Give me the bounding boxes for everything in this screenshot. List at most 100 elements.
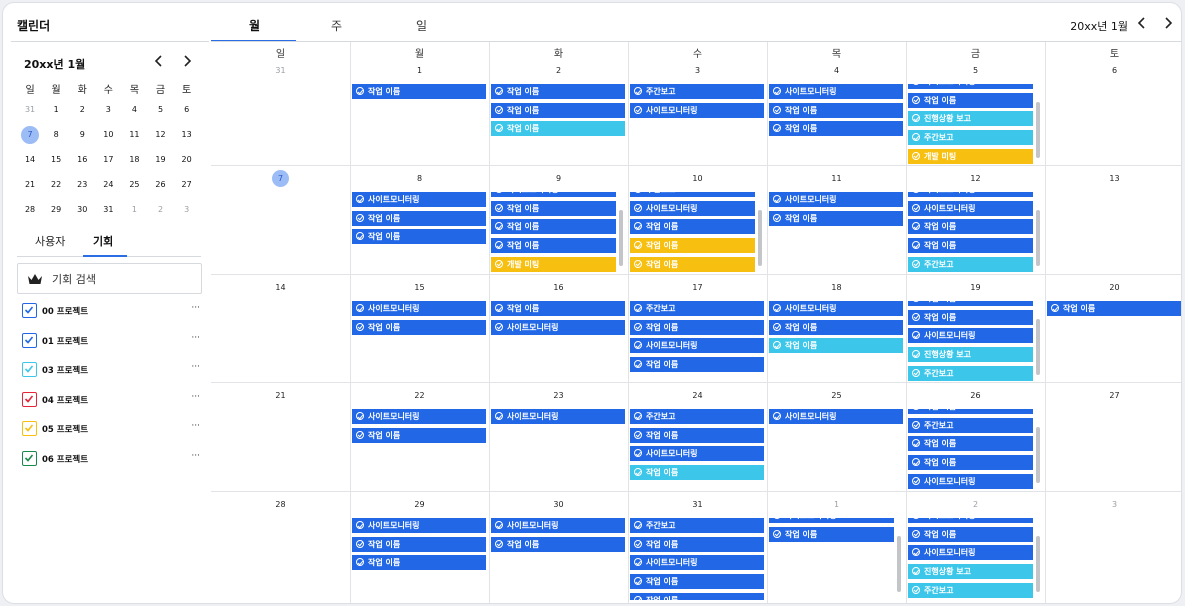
day-number[interactable]: 1 bbox=[767, 500, 906, 509]
event-item[interactable]: 작업 이름 bbox=[630, 427, 764, 443]
mini-day[interactable]: 23 bbox=[69, 180, 95, 189]
event-item[interactable]: 작업 이름 bbox=[491, 301, 625, 316]
day-number[interactable]: 31 bbox=[211, 66, 350, 75]
day-number[interactable]: 29 bbox=[350, 500, 489, 509]
day-number[interactable]: 3 bbox=[628, 66, 767, 75]
event-item[interactable]: 사이트모니터링 bbox=[908, 84, 1033, 89]
day-number[interactable]: 22 bbox=[350, 391, 489, 400]
mini-day[interactable]: 13 bbox=[174, 130, 200, 139]
event-item[interactable]: 사이트모니터링 bbox=[491, 518, 625, 533]
mini-day[interactable]: 30 bbox=[69, 205, 95, 214]
day-number[interactable]: 3 bbox=[1045, 500, 1181, 509]
project-checkbox[interactable] bbox=[22, 391, 37, 407]
day-number[interactable]: 11 bbox=[767, 174, 906, 183]
event-item[interactable]: 개발 미팅 bbox=[491, 256, 616, 272]
mini-day[interactable]: 2 bbox=[147, 205, 173, 214]
event-item[interactable]: 사이트모니터링 bbox=[769, 409, 903, 424]
day-number[interactable]: 20 bbox=[1045, 283, 1181, 292]
event-item[interactable]: 주간보고 bbox=[630, 409, 764, 424]
more-options-icon[interactable]: ··· bbox=[191, 362, 200, 372]
event-item[interactable]: 주간보고 bbox=[908, 256, 1033, 272]
event-item[interactable]: 사이트모니터링 bbox=[352, 301, 486, 316]
event-item[interactable]: 작업 이름 bbox=[491, 536, 625, 552]
mini-day[interactable]: 20 bbox=[174, 155, 200, 164]
more-options-icon[interactable]: ··· bbox=[191, 451, 200, 461]
more-options-icon[interactable]: ··· bbox=[191, 333, 200, 343]
event-item[interactable]: 작업 이름 bbox=[352, 536, 486, 552]
mini-day[interactable]: 11 bbox=[121, 130, 147, 139]
mini-day[interactable]: 1 bbox=[43, 105, 69, 114]
event-item[interactable]: 작업 이름 bbox=[352, 229, 486, 245]
scrollbar-thumb[interactable] bbox=[758, 210, 762, 266]
event-item[interactable]: 작업 이름 bbox=[630, 238, 755, 254]
day-number[interactable]: 23 bbox=[489, 391, 628, 400]
day-number[interactable]: 2 bbox=[906, 500, 1045, 509]
day-number[interactable]: 24 bbox=[628, 391, 767, 400]
day-number[interactable]: 15 bbox=[350, 283, 489, 292]
event-item[interactable]: 작업 이름 bbox=[491, 102, 625, 118]
mini-day[interactable]: 31 bbox=[95, 205, 121, 214]
scrollbar-thumb[interactable] bbox=[1036, 427, 1040, 483]
mini-day[interactable]: 5 bbox=[147, 105, 173, 114]
day-number[interactable]: 25 bbox=[767, 391, 906, 400]
event-item[interactable]: 작업 이름 bbox=[491, 121, 625, 137]
day-number[interactable]: 27 bbox=[1045, 391, 1181, 400]
mini-day[interactable]: 26 bbox=[147, 180, 173, 189]
mini-day[interactable]: 18 bbox=[121, 155, 147, 164]
event-item[interactable]: 사이트모니터링 bbox=[769, 301, 903, 316]
day-number[interactable]: 14 bbox=[211, 283, 350, 292]
day-number[interactable]: 2 bbox=[489, 66, 628, 75]
mini-day[interactable]: 15 bbox=[43, 155, 69, 164]
day-number[interactable]: 16 bbox=[489, 283, 628, 292]
event-item[interactable]: 사이트모니터링 bbox=[352, 409, 486, 424]
event-item[interactable]: 작업 이름 bbox=[769, 526, 894, 542]
more-options-icon[interactable]: ··· bbox=[191, 303, 200, 313]
project-checkbox[interactable] bbox=[22, 450, 37, 466]
event-item[interactable]: 주간보고 bbox=[630, 301, 764, 316]
mini-day[interactable]: 14 bbox=[17, 155, 43, 164]
event-item[interactable]: 작업 이름 bbox=[769, 338, 903, 354]
mini-day[interactable]: 6 bbox=[174, 105, 200, 114]
event-item[interactable]: 작업 이름 bbox=[908, 309, 1033, 325]
day-number[interactable]: 13 bbox=[1045, 174, 1181, 183]
event-item[interactable]: 주간보고 bbox=[630, 192, 755, 197]
event-item[interactable]: 작업 이름 bbox=[630, 574, 764, 590]
event-item[interactable]: 사이트모니터링 bbox=[630, 555, 764, 571]
project-checkbox[interactable] bbox=[22, 362, 37, 377]
mini-day[interactable]: 3 bbox=[174, 205, 200, 214]
day-number[interactable]: 21 bbox=[211, 391, 350, 400]
event-item[interactable]: 진행상황 보고 bbox=[908, 111, 1033, 127]
event-item[interactable]: 사이트모니터링 bbox=[630, 446, 764, 462]
tab-week[interactable]: 주 bbox=[331, 17, 342, 34]
mini-day[interactable]: 10 bbox=[95, 130, 121, 139]
event-item[interactable]: 진행상황 보고 bbox=[908, 347, 1033, 363]
event-item[interactable]: 작업 이름 bbox=[769, 319, 903, 335]
mini-day[interactable]: 9 bbox=[69, 130, 95, 139]
event-item[interactable]: 사이트모니터링 bbox=[908, 518, 1033, 523]
mini-day[interactable]: 19 bbox=[147, 155, 173, 164]
event-item[interactable]: 사이트모니터링 bbox=[491, 192, 616, 197]
event-item[interactable]: 사이트모니터링 bbox=[352, 518, 486, 533]
day-number[interactable]: 9 bbox=[489, 174, 628, 183]
event-item[interactable]: 사이트모니터링 bbox=[908, 192, 1033, 197]
mini-day[interactable]: 21 bbox=[17, 180, 43, 189]
mini-next-month-button[interactable] bbox=[182, 55, 192, 70]
day-number[interactable]: 6 bbox=[1045, 66, 1181, 75]
mini-day[interactable]: 16 bbox=[69, 155, 95, 164]
event-item[interactable]: 작업 이름 bbox=[352, 427, 486, 443]
event-item[interactable]: 작업 이름 bbox=[491, 219, 616, 235]
event-item[interactable]: 주간보고 bbox=[908, 130, 1033, 146]
event-item[interactable]: 사이트모니터링 bbox=[908, 545, 1033, 561]
day-number[interactable]: 30 bbox=[489, 500, 628, 509]
event-item[interactable]: 사이트모니터링 bbox=[491, 409, 625, 424]
event-item[interactable]: 주간보고 bbox=[630, 518, 764, 533]
day-number[interactable]: 17 bbox=[628, 283, 767, 292]
event-item[interactable]: 주간보고 bbox=[908, 365, 1033, 381]
event-item[interactable]: 사이트모니터링 bbox=[491, 319, 625, 335]
event-item[interactable]: 사이트모니터링 bbox=[630, 102, 764, 118]
event-item[interactable]: 작업 이름 bbox=[630, 592, 764, 600]
event-item[interactable]: 진행상황 보고 bbox=[908, 564, 1033, 580]
mini-day[interactable]: 12 bbox=[147, 130, 173, 139]
event-item[interactable]: 사이트모니터링 bbox=[769, 518, 894, 523]
day-number[interactable]: 31 bbox=[628, 500, 767, 509]
